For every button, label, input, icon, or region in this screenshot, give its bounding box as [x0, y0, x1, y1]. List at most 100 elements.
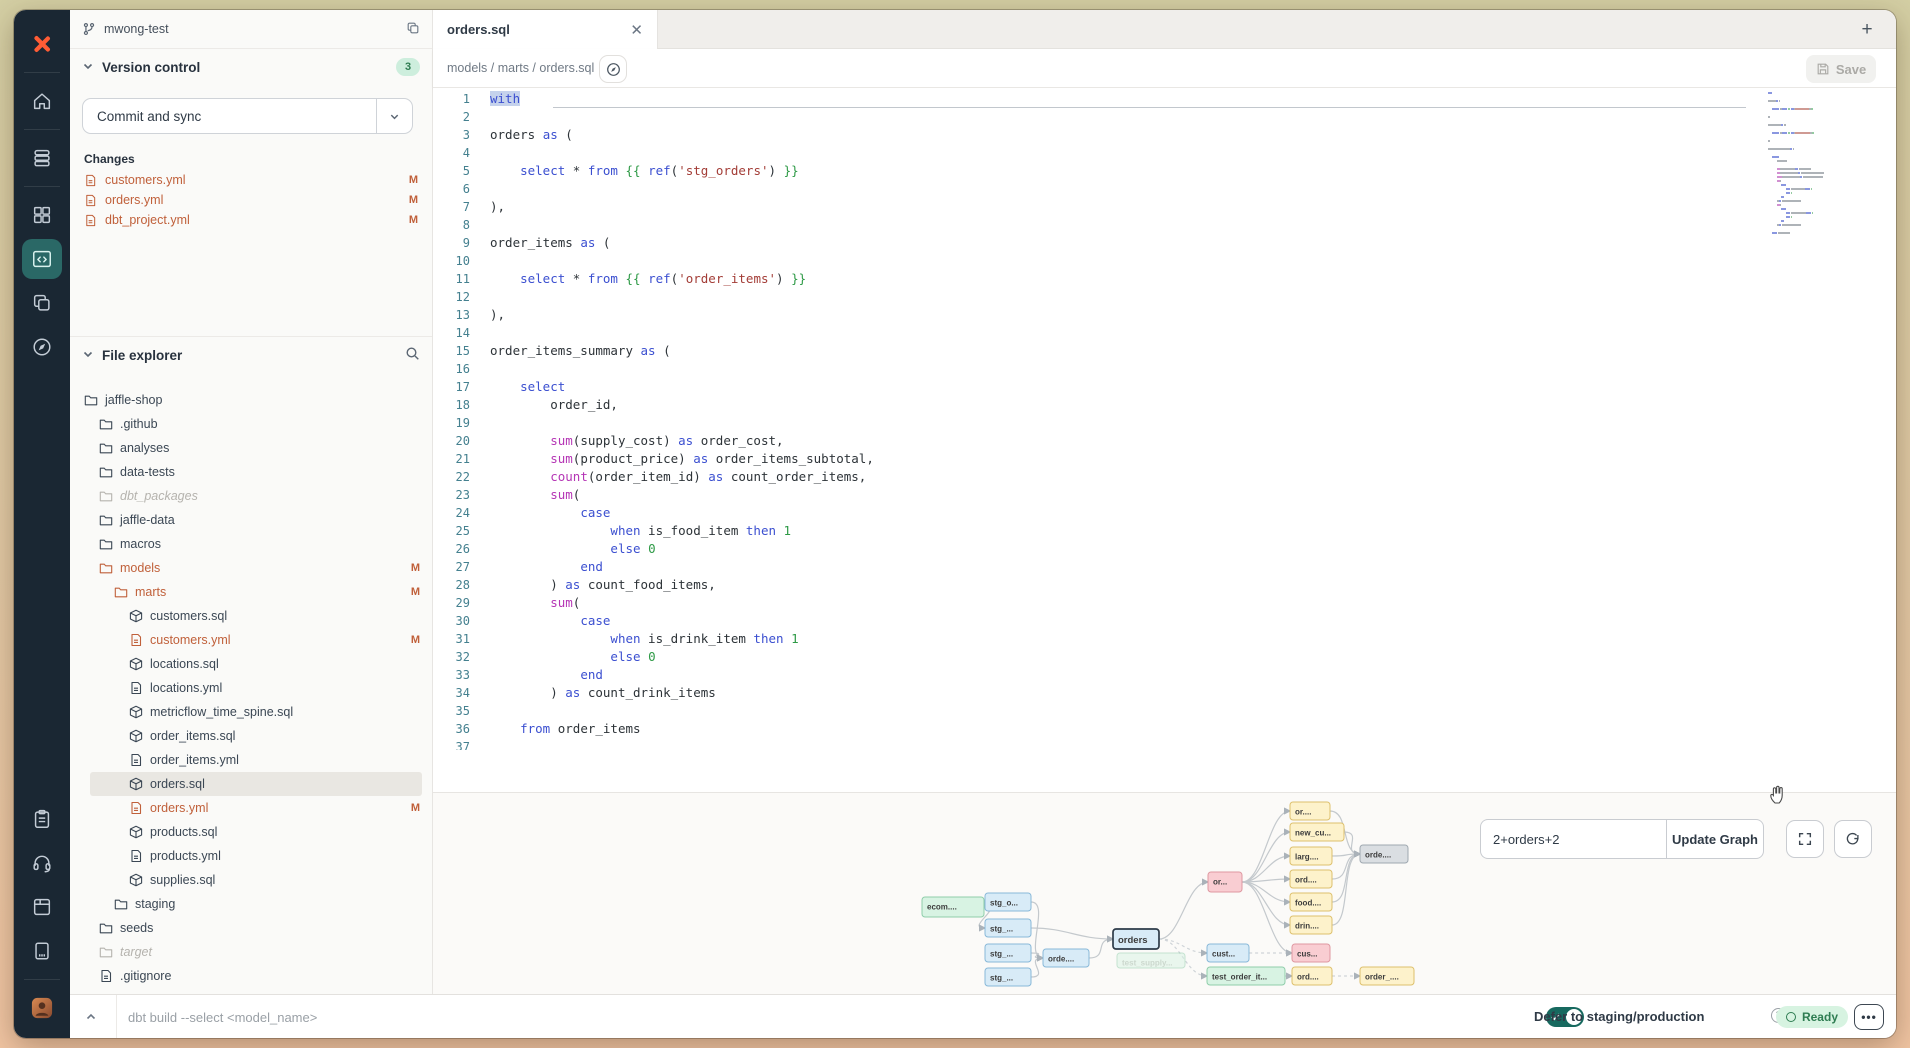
code-line[interactable]: 34 ) as count_drink_items	[433, 684, 1896, 702]
code-line[interactable]: 36 from order_items	[433, 720, 1896, 738]
tree-item-locations-sql[interactable]: locations.sql	[70, 652, 432, 676]
tree-item-orders-sql[interactable]: orders.sql	[70, 772, 432, 796]
code-line[interactable]: 30 case	[433, 612, 1896, 630]
code-line[interactable]: 19	[433, 414, 1896, 432]
lineage-node-yOr[interactable]: or....	[1290, 802, 1330, 820]
code-line[interactable]: 25 when is_food_item then 1	[433, 522, 1896, 540]
changed-file-row[interactable]: dbt_project.ymlM	[70, 210, 432, 230]
code-line[interactable]: 9order_items as (	[433, 234, 1896, 252]
rail-item-projects[interactable]	[22, 283, 62, 323]
rail-item-support-headset[interactable]	[22, 843, 62, 883]
code-line[interactable]: 20 sum(supply_cost) as order_cost,	[433, 432, 1896, 450]
code-line[interactable]: 26 else 0	[433, 540, 1896, 558]
tree-item-target[interactable]: target	[70, 940, 432, 964]
lineage-node-stg0[interactable]: stg_o...	[985, 893, 1031, 911]
code-line[interactable]: 4	[433, 144, 1896, 162]
commit-and-sync-button[interactable]: Commit and sync	[82, 98, 413, 134]
code-line[interactable]: 21 sum(product_price) as order_items_sub…	[433, 450, 1896, 468]
copy-icon[interactable]	[406, 21, 420, 38]
code-line[interactable]: 10	[433, 252, 1896, 270]
code-line[interactable]: 17 select	[433, 378, 1896, 396]
code-line[interactable]: 31 when is_drink_item then 1	[433, 630, 1896, 648]
tree-item-metricflow-time-spine-sql[interactable]: metricflow_time_spine.sql	[70, 700, 432, 724]
lineage-node-yNew[interactable]: new_cu...	[1290, 823, 1344, 841]
rail-item-notifications-card[interactable]	[22, 931, 62, 971]
tree-item-locations-yml[interactable]: locations.yml	[70, 676, 432, 700]
expand-command-bar-button[interactable]	[80, 1007, 102, 1027]
tree-item-orders-yml[interactable]: orders.ymlM	[70, 796, 432, 820]
changed-file-row[interactable]: customers.ymlM	[70, 170, 432, 190]
code-line[interactable]: 27 end	[433, 558, 1896, 576]
tree-item--gitignore[interactable]: .gitignore	[70, 964, 432, 988]
lineage-node-stg1[interactable]: stg_...	[985, 919, 1031, 937]
version-control-header[interactable]: Version control 3	[82, 58, 420, 76]
lineage-node-ordeL[interactable]: orde....	[1043, 949, 1089, 967]
tree-item-products-yml[interactable]: products.yml	[70, 844, 432, 868]
tree-item-order-items-yml[interactable]: order_items.yml	[70, 748, 432, 772]
lineage-node-ordeG[interactable]: orde....	[1360, 845, 1408, 863]
code-line[interactable]: 14	[433, 324, 1896, 342]
code-line[interactable]: 5 select * from {{ ref('stg_orders') }}	[433, 162, 1896, 180]
tree-item-order-items-sql[interactable]: order_items.sql	[70, 724, 432, 748]
code-line[interactable]: 28 ) as count_food_items,	[433, 576, 1896, 594]
lineage-node-testSupply[interactable]: test_supply...	[1117, 953, 1185, 968]
tree-item-supplies-sql[interactable]: supplies.sql	[70, 868, 432, 892]
rail-item-docs[interactable]	[22, 887, 62, 927]
code-line[interactable]: 24 case	[433, 504, 1896, 522]
code-line[interactable]: 8	[433, 216, 1896, 234]
fullscreen-button[interactable]	[1786, 820, 1824, 858]
tree-item-customers-yml[interactable]: customers.ymlM	[70, 628, 432, 652]
commit-options-dropdown[interactable]	[376, 99, 412, 133]
lineage-node-cusP[interactable]: cus...	[1292, 944, 1330, 962]
rail-item-develop[interactable]	[22, 239, 62, 279]
lineage-selector-input[interactable]	[1480, 819, 1666, 859]
code-line[interactable]: 11 select * from {{ ref('order_items') }…	[433, 270, 1896, 288]
save-button[interactable]: Save	[1806, 55, 1876, 83]
code-line[interactable]: 16	[433, 360, 1896, 378]
file-explorer-header[interactable]: File explorer	[82, 346, 420, 364]
code-line[interactable]: 33 end	[433, 666, 1896, 684]
lineage-node-orders[interactable]: orders	[1113, 929, 1159, 949]
changed-file-row[interactable]: orders.ymlM	[70, 190, 432, 210]
code-line[interactable]: 13),	[433, 306, 1896, 324]
lineage-node-cust[interactable]: cust...	[1207, 944, 1249, 962]
search-icon[interactable]	[405, 346, 420, 364]
code-line[interactable]: 29 sum(	[433, 594, 1896, 612]
code-line[interactable]: 18 order_id,	[433, 396, 1896, 414]
new-tab-button[interactable]: +	[1854, 17, 1880, 43]
tree-item-jaffle-data[interactable]: jaffle-data	[70, 508, 432, 532]
tree-item-analyses[interactable]: analyses	[70, 436, 432, 460]
lineage-node-yLarg[interactable]: larg....	[1290, 847, 1332, 865]
tree-item-models[interactable]: modelsM	[70, 556, 432, 580]
tree-item-products-sql[interactable]: products.sql	[70, 820, 432, 844]
rail-item-warehouse[interactable]	[22, 138, 62, 178]
lineage-node-ordY[interactable]: ord....	[1292, 967, 1332, 985]
code-line[interactable]: 35	[433, 702, 1896, 720]
rail-item-avatar[interactable]	[22, 988, 62, 1028]
tree-item-customers-sql[interactable]: customers.sql	[70, 604, 432, 628]
lineage-node-yFood[interactable]: food....	[1290, 893, 1332, 911]
code-line[interactable]: 7),	[433, 198, 1896, 216]
rail-item-dashboard[interactable]	[22, 195, 62, 235]
lineage-node-yDrin[interactable]: drin....	[1290, 916, 1332, 934]
lineage-node-stg3[interactable]: stg_...	[985, 968, 1031, 986]
code-line[interactable]: 32 else 0	[433, 648, 1896, 666]
code-line[interactable]: 15order_items_summary as (	[433, 342, 1896, 360]
code-line[interactable]: 22 count(order_item_id) as count_order_i…	[433, 468, 1896, 486]
tree-item-staging[interactable]: staging	[70, 892, 432, 916]
tree-item-data-tests[interactable]: data-tests	[70, 460, 432, 484]
lineage-node-yOrd[interactable]: ord....	[1290, 870, 1332, 888]
code-line[interactable]: 2	[433, 108, 1896, 126]
dbt-logo[interactable]	[22, 24, 62, 64]
tree-item-marts[interactable]: martsM	[70, 580, 432, 604]
rail-item-home[interactable]	[22, 81, 62, 121]
tree-item-macros[interactable]: macros	[70, 532, 432, 556]
code-line[interactable]: 37	[433, 738, 1896, 750]
code-line[interactable]: 6	[433, 180, 1896, 198]
tree-item-seeds[interactable]: seeds	[70, 916, 432, 940]
code-line[interactable]: 1with	[433, 90, 1896, 108]
code-line[interactable]: 12	[433, 288, 1896, 306]
close-icon[interactable]: ✕	[630, 21, 643, 39]
update-graph-button[interactable]: Update Graph	[1666, 819, 1764, 859]
tab-orders-sql[interactable]: orders.sql ✕	[433, 10, 658, 49]
